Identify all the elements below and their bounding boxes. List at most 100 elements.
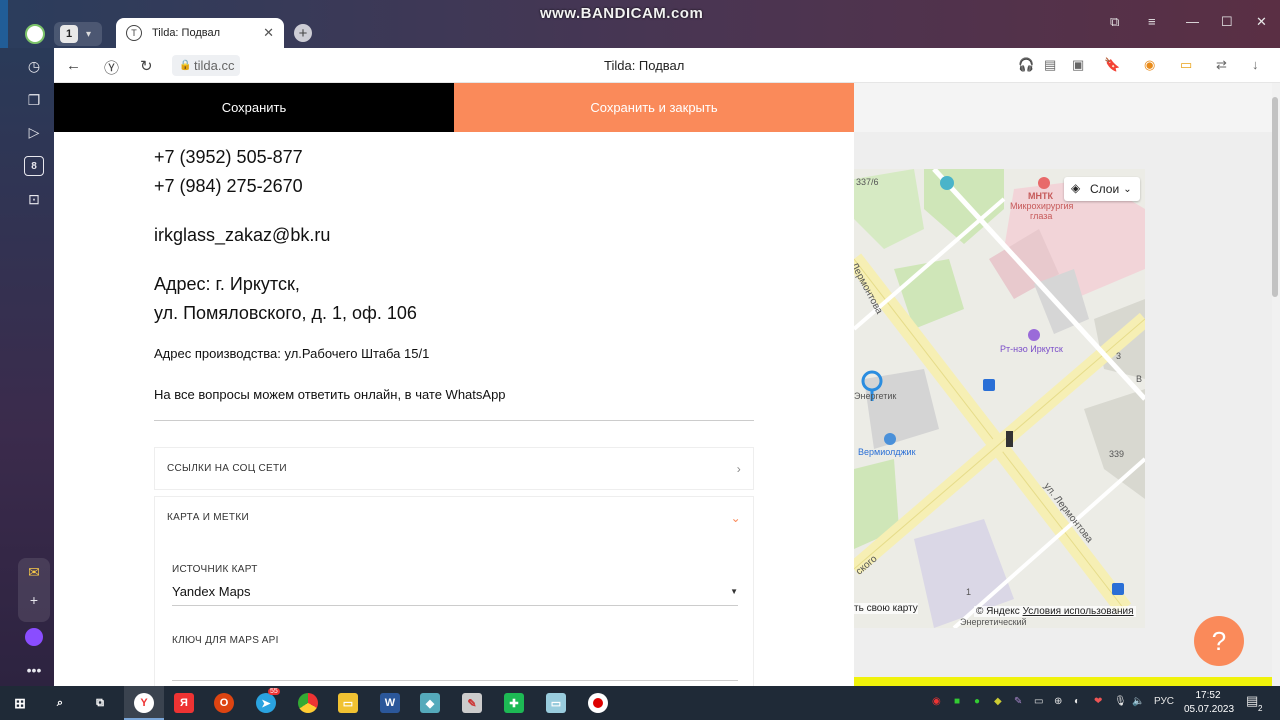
chrome-icon[interactable] — [298, 693, 318, 713]
collections-icon[interactable]: ⧉ — [1110, 14, 1119, 30]
preview-yellow-bar — [854, 677, 1272, 686]
translate-icon[interactable]: ⇄ — [1216, 57, 1227, 73]
help-button[interactable]: ? — [1194, 616, 1244, 666]
map-poi-vermiolzhik: Вермиолджик — [858, 447, 916, 457]
tray-app4-icon[interactable]: ✎ — [1014, 696, 1022, 707]
url-text: tilda.cc — [194, 58, 235, 73]
download-icon[interactable]: ↓ — [1252, 57, 1259, 72]
notifications-count: 2 — [1258, 704, 1263, 713]
app-icon[interactable]: ◆ — [420, 693, 440, 713]
reader-icon[interactable]: ▤ — [1044, 57, 1056, 73]
minimize-icon[interactable]: — — [1186, 14, 1199, 29]
headphones-icon[interactable]: 🎧 — [1018, 57, 1034, 73]
map-bottom-label: Энергетический — [960, 617, 1027, 627]
tilda-favicon-icon: T — [126, 25, 142, 41]
map-copyright: © Яндекс Условия использования — [974, 606, 1136, 617]
tray-app7-icon[interactable]: ◐ — [1074, 696, 1080, 707]
phone-1: +7 (3952) 505-877 — [154, 147, 303, 167]
tray-app2-icon[interactable]: ● — [974, 696, 980, 707]
language-indicator[interactable]: РУС — [1154, 696, 1174, 707]
map-layers-button[interactable]: ◈ Слои ⌄ — [1064, 177, 1140, 201]
scrollbar-thumb[interactable] — [1272, 97, 1278, 297]
map-poi-mntk: МНТК — [1028, 191, 1053, 201]
panel-map-header[interactable]: КАРТА И МЕТКИ ⌄ — [155, 497, 753, 538]
word-icon[interactable]: W — [380, 693, 400, 713]
mail-icon[interactable]: ✉ — [24, 562, 44, 582]
production-address: Адрес производства: ул.Рабочего Штаба 15… — [154, 346, 430, 361]
paint-icon[interactable]: ✎ — [462, 693, 482, 713]
volume-icon[interactable]: 🔈 — [1132, 696, 1144, 707]
contacts-block: +7 (3952) 505-877 +7 (984) 275-2670 irkg… — [154, 143, 754, 402]
menu-icon[interactable]: ≡ — [1148, 14, 1156, 29]
record-icon[interactable] — [588, 693, 608, 713]
more-icon[interactable]: ••• — [24, 660, 44, 680]
save-close-button[interactable]: Сохранить и закрыть — [454, 83, 854, 132]
yandex-icon[interactable]: Ⓨ — [104, 57, 119, 78]
map-edit-link[interactable]: ть свою карту — [854, 603, 918, 614]
yandex-browser-icon[interactable]: Y — [134, 693, 154, 713]
battery-icon[interactable]: ▭ — [1180, 57, 1192, 73]
save-button[interactable]: Сохранить — [54, 83, 454, 132]
tab-counter[interactable]: 1 ▾ — [54, 22, 102, 46]
explorer-icon[interactable]: ▭ — [338, 693, 358, 713]
panel-social-links[interactable]: ССЫЛКИ НА СОЦ СЕТИ › — [154, 447, 754, 490]
tray-app8-icon[interactable]: ❤ — [1094, 696, 1102, 707]
url-field[interactable]: 🔒 tilda.cc — [172, 55, 241, 76]
extension-icon[interactable]: ▣ — [1072, 57, 1084, 73]
panel-social-title: ССЫЛКИ НА СОЦ СЕТИ — [167, 463, 287, 474]
back-icon[interactable]: ← — [66, 57, 81, 74]
map-poi-microsurgery: Микрохирургия — [1010, 201, 1074, 211]
screenshot-icon[interactable]: ⊡ — [24, 189, 44, 209]
bookmark-icon[interactable]: 🔖 — [1104, 57, 1120, 73]
reload-icon[interactable]: ↻ — [140, 57, 153, 75]
email: irkglass_zakaz@bk.ru — [154, 225, 331, 245]
task-view-icon[interactable]: ⧉ — [90, 693, 110, 713]
clock[interactable]: 17:52 05.07.2023 — [1184, 689, 1234, 717]
chevron-down-icon: ⌄ — [730, 510, 741, 525]
tray-app3-icon[interactable]: ◆ — [994, 696, 1002, 707]
opera-icon[interactable]: O — [214, 693, 234, 713]
lock-icon: 🔒 — [179, 60, 192, 71]
close-tab-icon[interactable]: ✕ — [263, 25, 274, 41]
telegram-badge: 55 — [268, 688, 280, 695]
map-edge-label: В — [1136, 374, 1143, 384]
calendar-icon[interactable]: 8 — [24, 156, 44, 176]
map-poi-energetik: Энергетик — [854, 391, 897, 401]
maximize-icon[interactable]: ☐ — [1221, 14, 1233, 30]
panel-map-title: КАРТА И МЕТКИ — [167, 512, 249, 523]
start-icon[interactable]: ⊞ — [10, 693, 30, 713]
add-icon[interactable]: + — [24, 590, 44, 610]
map-terms-link[interactable]: Условия использования — [1023, 606, 1134, 617]
history-icon[interactable]: ◷ — [24, 56, 44, 76]
tray-app6-icon[interactable]: ⊕ — [1054, 696, 1062, 707]
page-title: Tilda: Подвал — [604, 58, 685, 73]
preview-header — [854, 83, 1272, 132]
address-line-1: Адрес: г. Иркутск, — [154, 274, 300, 294]
api-key-input[interactable] — [172, 680, 738, 681]
notifications-icon[interactable]: ▤ — [1246, 693, 1258, 709]
search-icon[interactable]: ⌕ — [50, 693, 70, 713]
tray-record-icon[interactable]: ◉ — [932, 696, 941, 707]
mic-icon[interactable]: 🎙 — [1114, 696, 1127, 707]
map-source-select[interactable]: Yandex Maps ▼ — [172, 578, 738, 606]
bookmarks-icon[interactable]: ❐ — [24, 90, 44, 110]
browser-logo-icon[interactable] — [25, 24, 45, 44]
game-icon[interactable]: ✚ — [504, 693, 524, 713]
tab-tilda[interactable]: T Tilda: Подвал ✕ — [116, 18, 284, 48]
alice-icon[interactable] — [24, 627, 44, 647]
chevron-down-icon: ▾ — [86, 28, 92, 40]
close-window-icon[interactable]: ✕ — [1256, 14, 1267, 30]
map-house-339: 339 — [1109, 449, 1125, 459]
protect-icon[interactable]: ◉ — [1144, 57, 1155, 73]
yandex-icon[interactable]: Я — [174, 693, 194, 713]
telegram-icon[interactable]: ➤ — [256, 693, 276, 713]
page-viewport: Сохранить Сохранить и закрыть +7 (3952) … — [54, 83, 1272, 686]
play-icon[interactable]: ▷ — [24, 122, 44, 142]
monitor-icon[interactable]: ▭ — [546, 693, 566, 713]
tray-app1-icon[interactable]: ■ — [954, 696, 960, 707]
windows-taskbar: ⊞ ⌕ ⧉ Y Я O ➤ 55 ▭ W ◆ ✎ ✚ ▭ ◉ ■ ● ◆ ✎ ▭… — [0, 686, 1280, 720]
chevron-right-icon: › — [736, 461, 741, 476]
yandex-map[interactable]: ◈ Слои ⌄ 337/6 МНТК Микрохирургия глаза … — [854, 169, 1145, 628]
tray-app5-icon[interactable]: ▭ — [1034, 696, 1043, 707]
new-tab-button[interactable]: + — [294, 24, 312, 42]
